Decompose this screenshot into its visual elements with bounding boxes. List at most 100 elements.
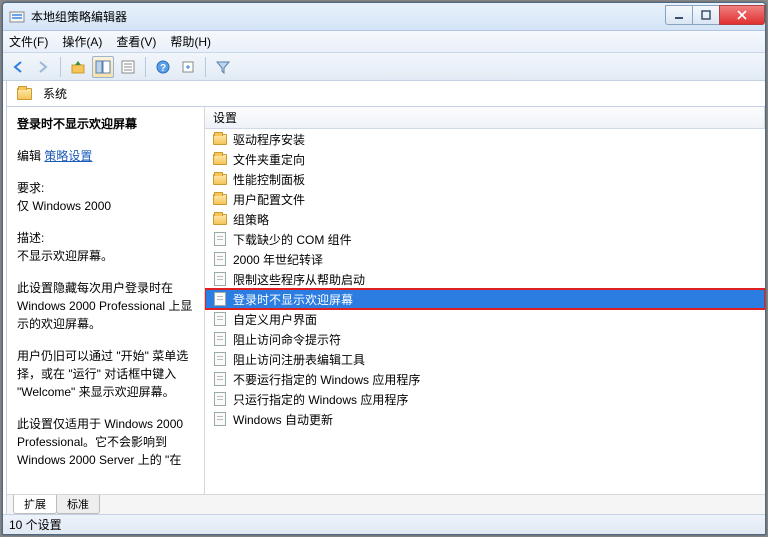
description-text: 不显示欢迎屏幕。 (17, 247, 196, 265)
forward-icon (35, 59, 51, 75)
list-icon (120, 59, 136, 75)
show-tree-button[interactable] (92, 56, 114, 78)
main-body: 登录时不显示欢迎屏幕 编辑 策略设置 要求: 仅 Windows 2000 描述… (7, 107, 765, 494)
list-item-label: 组策略 (233, 211, 269, 228)
policy-item-icon (213, 292, 227, 306)
policy-item-icon (213, 412, 227, 426)
window-buttons (666, 5, 765, 25)
policy-item-icon (213, 392, 227, 406)
list-item[interactable]: 只运行指定的 Windows 应用程序 (205, 389, 765, 409)
list-item-label: 只运行指定的 Windows 应用程序 (233, 391, 408, 408)
window-title: 本地组策略编辑器 (31, 8, 666, 25)
list-item[interactable]: 2000 年世纪转译 (205, 249, 765, 269)
help-icon: ? (155, 59, 171, 75)
settings-list[interactable]: 驱动程序安装文件夹重定向性能控制面板用户配置文件组策略下载缺少的 COM 组件 2… (205, 129, 765, 494)
svg-text:?: ? (160, 63, 166, 74)
list-item-label: 不要运行指定的 Windows 应用程序 (233, 371, 420, 388)
maximize-icon (701, 10, 711, 20)
list-item-label: 驱动程序安装 (233, 131, 305, 148)
back-button[interactable] (7, 56, 29, 78)
policy-item-icon (213, 272, 227, 286)
policy-settings-link[interactable]: 策略设置 (44, 149, 92, 163)
list-item[interactable]: 组策略 (205, 209, 765, 229)
menubar: 文件(F) 操作(A) 查看(V) 帮助(H) (3, 31, 765, 53)
minimize-button[interactable] (665, 5, 693, 25)
list-item[interactable]: 登录时不显示欢迎屏幕 (205, 289, 765, 309)
policy-item-icon (213, 372, 227, 386)
list-item[interactable]: 驱动程序安装 (205, 129, 765, 149)
folder-up-icon (70, 59, 86, 75)
list-item-label: 登录时不显示欢迎屏幕 (233, 291, 353, 308)
setting-title: 登录时不显示欢迎屏幕 (17, 115, 196, 133)
list-item[interactable]: 用户配置文件 (205, 189, 765, 209)
policy-item-icon (213, 352, 227, 366)
list-item-label: 性能控制面板 (233, 171, 305, 188)
list-item[interactable]: 自定义用户界面 (205, 309, 765, 329)
maximize-button[interactable] (692, 5, 720, 25)
list-header-label: 设置 (213, 109, 237, 126)
content-heading: 系统 (43, 85, 67, 102)
forward-button[interactable] (32, 56, 54, 78)
titlebar[interactable]: 本地组策略编辑器 (3, 3, 765, 31)
menu-view[interactable]: 查看(V) (116, 33, 156, 50)
folder-icon (213, 152, 227, 166)
minimize-icon (674, 10, 684, 20)
folder-icon (213, 132, 227, 146)
list-item[interactable]: 性能控制面板 (205, 169, 765, 189)
list-item-label: 下载缺少的 COM 组件 (233, 231, 352, 248)
main-pane: 系统 登录时不显示欢迎屏幕 编辑 策略设置 要求: 仅 Windows 2000… (7, 81, 765, 514)
list-item-label: 2000 年世纪转译 (233, 251, 323, 268)
folder-icon (17, 88, 32, 100)
status-text: 10 个设置 (9, 516, 62, 533)
filter-button[interactable] (212, 56, 234, 78)
list-header[interactable]: 设置 (205, 107, 765, 129)
description-text: 此设置隐藏每次用户登录时在 Windows 2000 Professional … (17, 279, 196, 333)
export-button[interactable] (177, 56, 199, 78)
folder-icon (213, 192, 227, 206)
panes-icon (95, 59, 111, 75)
statusbar: 10 个设置 (3, 514, 765, 534)
content-header: 系统 (7, 81, 765, 107)
description-label: 描述: (17, 229, 196, 247)
list-item[interactable]: 阻止访问命令提示符 (205, 329, 765, 349)
list-item-label: 文件夹重定向 (233, 151, 305, 168)
list-item[interactable]: 限制这些程序从帮助启动 (205, 269, 765, 289)
list-item[interactable]: Windows 自动更新 (205, 409, 765, 429)
list-item-label: 阻止访问命令提示符 (233, 331, 341, 348)
view-tabs: 扩展 标准 (7, 494, 765, 514)
list-item[interactable]: 文件夹重定向 (205, 149, 765, 169)
tab-extended[interactable]: 扩展 (13, 495, 57, 514)
list-item-label: 用户配置文件 (233, 191, 305, 208)
requirements-label: 要求: (17, 179, 196, 197)
folder-icon (213, 172, 227, 186)
toolbar: ? (3, 53, 765, 81)
properties-button[interactable] (117, 56, 139, 78)
list-item-label: 阻止访问注册表编辑工具 (233, 351, 365, 368)
edit-label: 编辑 (17, 149, 41, 163)
up-button[interactable] (67, 56, 89, 78)
menu-help[interactable]: 帮助(H) (170, 33, 211, 50)
close-icon (737, 10, 747, 20)
menu-action[interactable]: 操作(A) (62, 33, 102, 50)
policy-item-icon (213, 312, 227, 326)
tab-standard[interactable]: 标准 (56, 495, 100, 514)
policy-item-icon (213, 232, 227, 246)
funnel-icon (215, 59, 231, 75)
list-item[interactable]: 下载缺少的 COM 组件 (205, 229, 765, 249)
settings-list-pane: 设置 驱动程序安装文件夹重定向性能控制面板用户配置文件组策略下载缺少的 COM … (205, 107, 765, 494)
list-item[interactable]: 阻止访问注册表编辑工具 (205, 349, 765, 369)
menu-file[interactable]: 文件(F) (9, 33, 48, 50)
list-item-label: Windows 自动更新 (233, 411, 333, 428)
list-item-label: 自定义用户界面 (233, 311, 317, 328)
back-icon (10, 59, 26, 75)
list-item[interactable]: 不要运行指定的 Windows 应用程序 (205, 369, 765, 389)
content-body: 本地计算机 策略 ◢ 计算机配置 ▷软件设置 ▷Windows 设置 ▷管理模板… (3, 81, 765, 514)
close-button[interactable] (719, 5, 765, 25)
folder-icon (213, 212, 227, 226)
description-text: 此设置仅适用于 Windows 2000 Professional。它不会影响到… (17, 415, 196, 469)
policy-item-icon (213, 332, 227, 346)
help-button[interactable]: ? (152, 56, 174, 78)
app-icon (9, 9, 25, 25)
toolbar-sep (205, 57, 206, 77)
export-icon (180, 59, 196, 75)
